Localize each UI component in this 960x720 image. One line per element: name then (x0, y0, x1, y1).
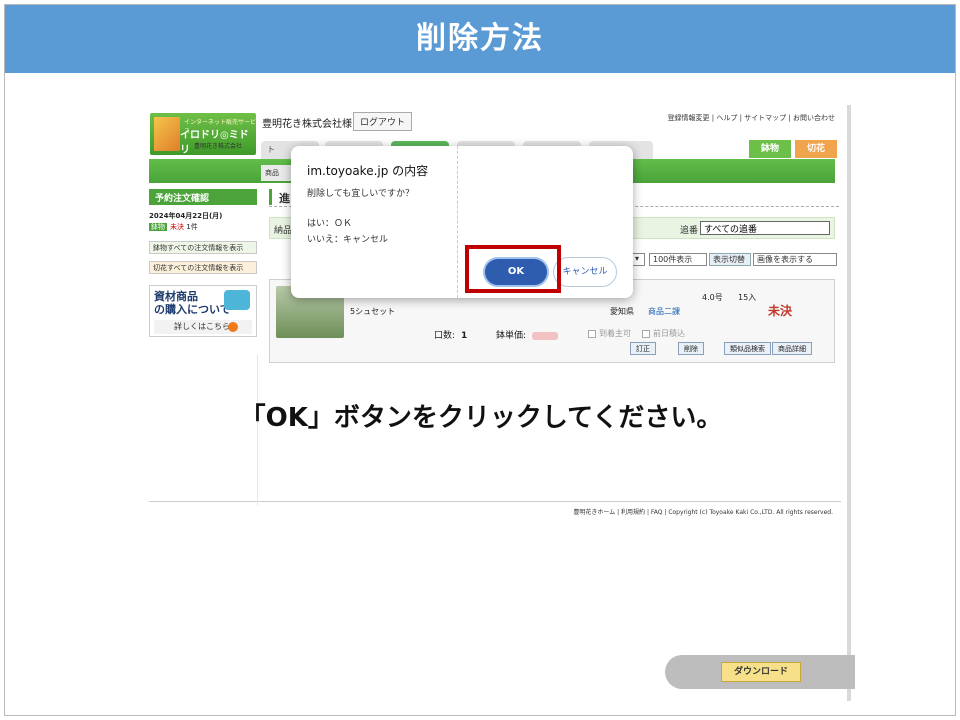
dialog-divider (457, 146, 458, 298)
footer-divider (149, 501, 841, 502)
tracking-label: 追番 (680, 226, 699, 236)
similar-search-button[interactable]: 類似品検索 (724, 342, 771, 355)
site-footer: 豊明花きホーム | 利用規約 | FAQ | Copyright (c) Toy… (573, 509, 833, 516)
arrow-icon (228, 322, 238, 332)
per-page-select[interactable]: 100件表示 (649, 253, 707, 266)
download-button[interactable]: ダウンロード (721, 662, 801, 682)
sidebar-status: 鉢物 未決 1件 (149, 222, 198, 232)
confirm-dialog: im.toyoake.jp の内容 削除しても宜しいですか？ はい：ＯＫ いいえ… (291, 146, 633, 298)
chevron-down-icon[interactable]: ▾ (631, 253, 645, 266)
product-units: 口数: 1 (434, 331, 468, 341)
show-all-kiribana-button[interactable]: 切花すべての注文情報を表示 (149, 261, 257, 274)
sidebar-date: 2024年04月22日(月) (149, 212, 223, 220)
dialog-title: im.toyoake.jp の内容 (307, 164, 429, 178)
cancel-button[interactable]: キャンセル (553, 257, 617, 287)
dialog-message: 削除しても宜しいですか？ (307, 189, 415, 199)
product-division[interactable]: 商品二課 (648, 306, 680, 317)
sidebar-header: 予約注文確認 (149, 189, 257, 205)
status-count: 1件 (186, 223, 198, 231)
prev-day-checkbox[interactable]: 前日積込 (642, 328, 685, 339)
site-logo[interactable]: インターネット販売サービス イロドリ◎ミドリ 豊明花き株式会社 (150, 113, 256, 156)
edit-button[interactable]: 訂正 (630, 342, 656, 355)
product-detail-button[interactable]: 商品詳細 (772, 342, 812, 355)
dialog-yes-hint: はい：ＯＫ (307, 219, 353, 229)
dialog-no-hint: いいえ：キャンセル (307, 235, 389, 245)
show-all-bonsai-button[interactable]: 鉢物すべての注文情報を表示 (149, 241, 257, 254)
materials-banner[interactable]: 資材商品 の購入について 詳しくはこちら (149, 285, 257, 337)
product-status: 未決 (768, 304, 793, 318)
slide: 削除方法 インターネット販売サービス イロドリ◎ミドリ 豊明花き株式会社 豊明花… (4, 4, 956, 716)
ok-highlight-box (465, 245, 561, 293)
logout-button[interactable]: ログアウト (353, 112, 413, 131)
instruction-text: 「OK」ボタンをクリックしてください。 (239, 403, 723, 433)
tab-bonsai[interactable]: 鉢物 (749, 140, 791, 158)
product-name: 5シュセット (350, 307, 396, 316)
product-size: 4.0号 (702, 293, 723, 302)
status-badge: 鉢物 (149, 223, 167, 231)
status-text[interactable]: 未決 (170, 223, 184, 231)
logo-company: 豊明花き株式会社 (194, 143, 243, 150)
slide-title: 削除方法 (5, 5, 955, 73)
product-prefecture: 愛知県 (610, 307, 634, 316)
display-switch-button[interactable]: 表示切替 (709, 253, 751, 266)
banner-title: 資材商品 の購入について (154, 290, 231, 316)
top-links[interactable]: 登録情報変更 | ヘルプ | サイトマップ | お問い合わせ (668, 113, 835, 123)
logo-cube-icon (154, 117, 180, 151)
arrival-checkbox[interactable]: 到着主可 (588, 328, 631, 339)
product-price: 鉢単価: (496, 328, 559, 341)
product-quantity: 15入 (738, 293, 757, 302)
delete-button[interactable]: 削除 (678, 342, 704, 355)
delivery-label: 納品 (274, 226, 293, 236)
tracking-select[interactable]: すべての追番 (700, 221, 830, 235)
tab-kiribana[interactable]: 切花 (795, 140, 837, 158)
image-display-select[interactable]: 画像を表示する (753, 253, 837, 266)
watering-can-icon (224, 290, 250, 310)
customer-name: 豊明花き株式会社様 (262, 119, 352, 130)
